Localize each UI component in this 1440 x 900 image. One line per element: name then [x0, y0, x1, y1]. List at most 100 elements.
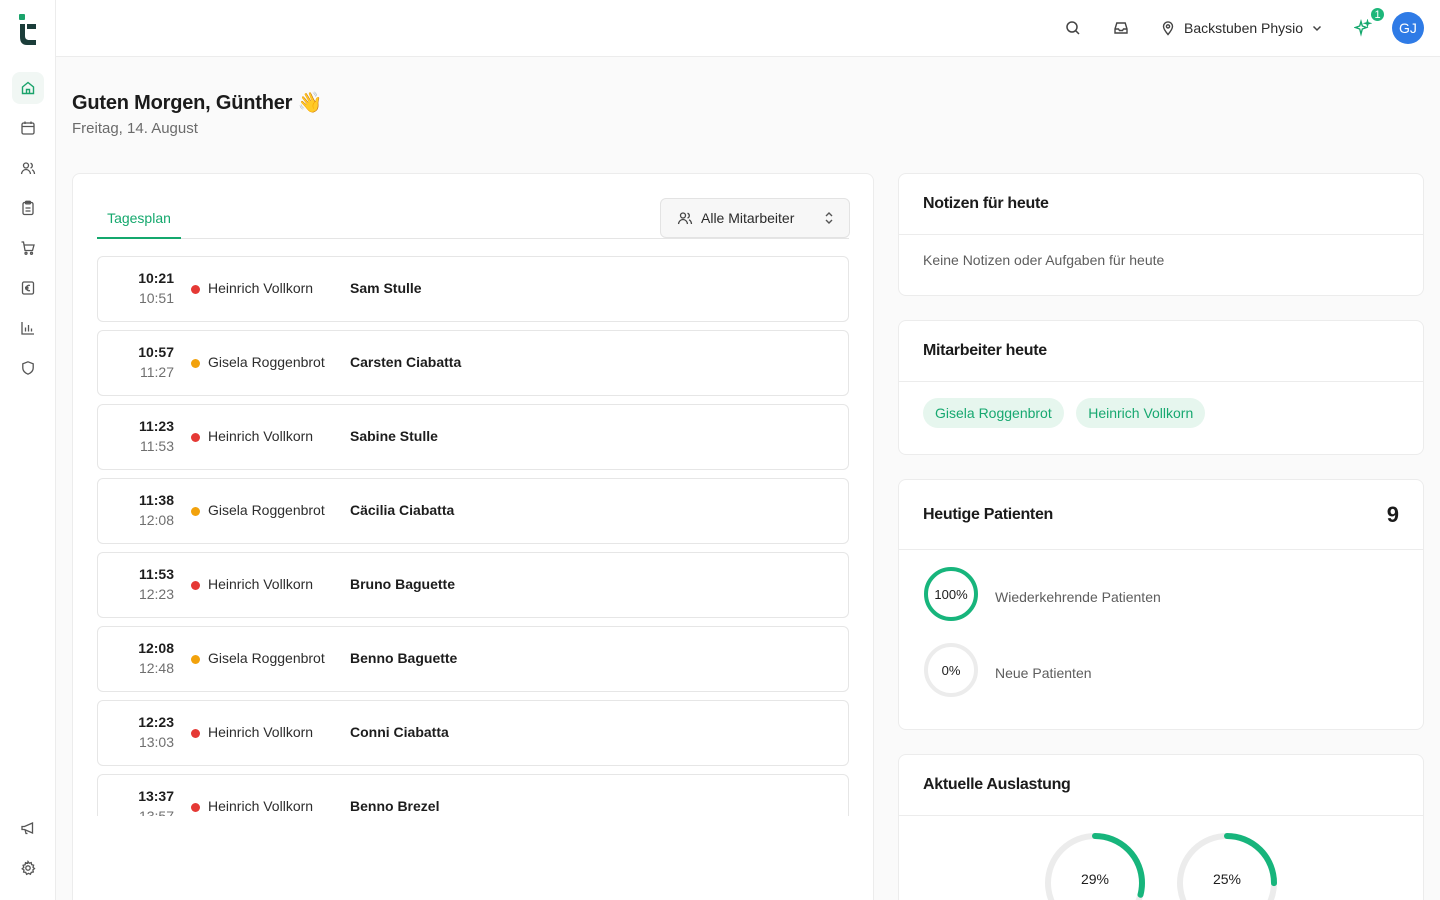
patients-today-title: Heutige Patienten: [923, 505, 1054, 523]
returning-patients-ring: 100%: [923, 566, 979, 622]
appointment-staff: Gisela Roggenbrot: [208, 502, 325, 518]
home-icon: [21, 81, 35, 95]
sidebar-item-shop[interactable]: [12, 232, 44, 264]
appointment-staff: Heinrich Vollkorn: [208, 798, 314, 814]
calendar-icon: [21, 121, 35, 135]
utilization-percent: 29%: [1080, 871, 1110, 887]
sidebar-item-billing[interactable]: [12, 272, 44, 304]
appointment-end-time: 11:27: [140, 364, 174, 380]
inbox-icon: [1114, 22, 1128, 34]
page-subtitle-date: Freitag, 14. August: [72, 120, 198, 137]
search-button[interactable]: [1062, 17, 1084, 39]
appointment-row[interactable]: 10:57 11:27 Gisela Roggenbrot Carsten Ci…: [97, 330, 849, 396]
staff-today-title: Mitarbeiter heute: [923, 342, 1047, 359]
location-selector[interactable]: Backstuben Physio: [1160, 15, 1323, 41]
appointment-start-time: 11:23: [138, 418, 174, 434]
notes-empty-text: Keine Notizen oder Aufgaben für heute: [923, 252, 1165, 268]
appointment-end-time: 13:57: [138, 808, 174, 816]
inbox-button[interactable]: [1110, 17, 1132, 39]
appointment-start-time: 10:57: [138, 344, 174, 360]
notes-title: Notizen für heute: [923, 195, 1049, 212]
sidebar-item-calendar[interactable]: [12, 112, 44, 144]
sidebar-item-settings[interactable]: [12, 852, 44, 884]
card-header: Aktuelle Auslastung: [899, 755, 1423, 816]
schedule-card: Tagesplan Alle Mitarbeiter 10:21 10:51 H…: [72, 173, 874, 900]
staff-color-dot: [191, 359, 200, 368]
appointment-end-time: 13:03: [138, 734, 174, 750]
appointment-row[interactable]: 11:38 12:08 Gisela Roggenbrot Cäcilia Ci…: [97, 478, 849, 544]
location-label: Backstuben Physio: [1184, 20, 1304, 36]
clipboard-icon: [22, 200, 34, 216]
appointment-staff: Heinrich Vollkorn: [208, 280, 314, 296]
new-patients-label: Neue Patienten: [995, 665, 1092, 681]
utilization-gauge: 25%: [1175, 831, 1279, 900]
patients-today-count: 9: [1386, 501, 1399, 527]
new-patients-ring: 0%: [923, 642, 979, 698]
appointment-list: 10:21 10:51 Heinrich Vollkorn Sam Stulle…: [97, 256, 849, 816]
notes-body: Keine Notizen oder Aufgaben für heute: [899, 235, 1423, 287]
notification-badge: 1: [1369, 6, 1386, 23]
sidebar: [0, 0, 56, 900]
tabs-divider: [97, 238, 849, 239]
megaphone-icon: [21, 822, 34, 835]
staff-chip-list: Gisela Roggenbrot Heinrich Vollkorn: [899, 382, 1423, 444]
appointment-row[interactable]: 12:08 12:48 Gisela Roggenbrot Benno Bagu…: [97, 626, 849, 692]
returning-patients-stat: 100% Wiederkehrende Patienten: [923, 566, 1161, 622]
appointment-row[interactable]: 10:21 10:51 Heinrich Vollkorn Sam Stulle: [97, 256, 849, 322]
staff-color-dot: [191, 581, 200, 590]
sidebar-item-patients[interactable]: [12, 152, 44, 184]
appointment-patient: Benno Brezel: [350, 798, 440, 814]
utilization-card: Aktuelle Auslastung 29% 25%: [898, 754, 1424, 900]
appointment-patient: Bruno Baguette: [350, 576, 455, 592]
staff-color-dot: [191, 803, 200, 812]
returning-patients-percent: 100%: [934, 586, 968, 602]
new-patients-stat: 0% Neue Patienten: [923, 642, 1092, 698]
appointment-start-time: 12:23: [138, 714, 174, 730]
tab-tagesplan[interactable]: Tagesplan: [97, 198, 181, 239]
appointment-start-time: 11:38: [138, 492, 174, 508]
chart-icon: [21, 322, 34, 335]
staff-filter-select[interactable]: Alle Mitarbeiter: [660, 198, 850, 238]
appointment-start-time: 12:08: [138, 640, 174, 656]
search-icon: [1066, 21, 1080, 35]
euro-icon: [21, 281, 35, 295]
appointment-end-time: 10:51: [138, 290, 174, 306]
staff-filter-label: Alle Mitarbeiter: [701, 210, 795, 226]
appointment-row[interactable]: 13:37 13:57 Heinrich Vollkorn Benno Brez…: [97, 774, 849, 816]
appointment-patient: Carsten Ciabatta: [350, 354, 462, 370]
cart-icon: [21, 241, 35, 255]
new-patients-percent: 0%: [941, 662, 961, 678]
appointment-row[interactable]: 11:53 12:23 Heinrich Vollkorn Bruno Bagu…: [97, 552, 849, 618]
appointment-staff: Heinrich Vollkorn: [208, 724, 314, 740]
card-header: Heutige Patienten 9: [899, 480, 1423, 550]
utilization-percent: 25%: [1212, 871, 1242, 887]
sidebar-item-security[interactable]: [12, 352, 44, 384]
chevron-up-down-icon: [825, 212, 833, 224]
logo-icon: [19, 14, 36, 45]
sidebar-item-tasks[interactable]: [12, 192, 44, 224]
returning-patients-label: Wiederkehrende Patienten: [995, 589, 1161, 605]
utilization-gauge: 29%: [1043, 831, 1147, 900]
staff-chip[interactable]: Gisela Roggenbrot: [923, 398, 1064, 428]
appointment-row[interactable]: 11:23 11:53 Heinrich Vollkorn Sabine Stu…: [97, 404, 849, 470]
appointment-row[interactable]: 12:23 13:03 Heinrich Vollkorn Conni Ciab…: [97, 700, 849, 766]
logo[interactable]: [16, 12, 40, 46]
avatar[interactable]: GJ: [1392, 12, 1424, 44]
appointment-start-time: 11:53: [138, 566, 174, 582]
staff-color-dot: [191, 655, 200, 664]
appointment-staff: Gisela Roggenbrot: [208, 354, 325, 370]
card-header: Mitarbeiter heute: [899, 321, 1423, 382]
appointment-staff: Heinrich Vollkorn: [208, 576, 314, 592]
appointment-patient: Cäcilia Ciabatta: [350, 502, 455, 518]
staff-color-dot: [191, 729, 200, 738]
staff-chip[interactable]: Heinrich Vollkorn: [1076, 398, 1206, 428]
staff-color-dot: [191, 285, 200, 294]
sidebar-item-home[interactable]: [12, 72, 44, 104]
appointment-start-time: 10:21: [138, 270, 174, 286]
staff-color-dot: [191, 507, 200, 516]
sidebar-item-announcements[interactable]: [12, 812, 44, 844]
appointment-start-time: 13:37: [138, 788, 174, 804]
appointment-staff: Heinrich Vollkorn: [208, 428, 314, 444]
sidebar-item-stats[interactable]: [12, 312, 44, 344]
appointment-patient: Benno Baguette: [350, 650, 458, 666]
